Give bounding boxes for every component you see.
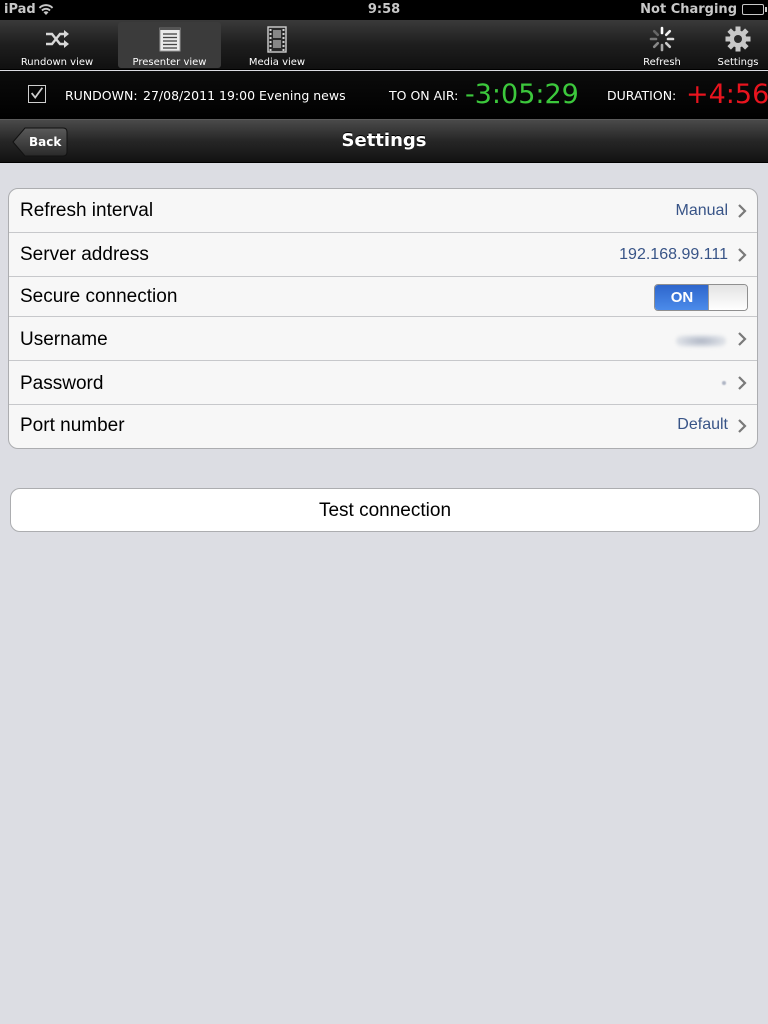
setting-label: Password (20, 373, 104, 394)
setting-label: Refresh interval (20, 200, 154, 221)
toolbar-label: Presenter view (132, 57, 207, 68)
battery-icon (742, 4, 767, 15)
toggle-on-label: ON (655, 285, 709, 310)
nav-bar: Back Settings (0, 119, 768, 163)
toolbar-rundown-view[interactable]: Rundown view (14, 22, 100, 68)
toolbar-media-view[interactable]: Media view (238, 22, 316, 68)
setting-value: Manual (675, 202, 728, 219)
toolbar-label: Media view (248, 57, 306, 68)
chevron-right-icon (738, 204, 747, 218)
toggle-knob (708, 285, 747, 310)
setting-value: 192.168.99.111 (619, 246, 728, 263)
on-air-countdown: -3:05:29 (465, 79, 579, 110)
setting-port-number[interactable]: Port number Default (9, 405, 757, 448)
toolbar-label: Refresh (643, 57, 681, 68)
setting-password[interactable]: Password (9, 361, 757, 405)
status-bar: iPad 9:58 Not Charging (0, 0, 768, 20)
toolbar-refresh[interactable]: Refresh (640, 22, 684, 68)
spinner-icon (649, 26, 675, 52)
toolbar-label: Rundown view (20, 57, 94, 68)
shuffle-icon (46, 30, 69, 48)
toolbar-presenter-view[interactable]: Presenter view (118, 22, 221, 68)
setting-label: Server address (20, 244, 149, 265)
secure-connection-toggle[interactable]: ON (654, 284, 748, 311)
rundown-bar: RUNDOWN: 27/08/2011 19:00 Evening news T… (0, 71, 768, 119)
notepad-icon (159, 27, 180, 52)
setting-label: Port number (20, 415, 125, 436)
toolbar-settings[interactable]: Settings (714, 22, 762, 68)
chevron-right-icon (738, 419, 747, 433)
on-air-label: TO ON AIR: (389, 88, 459, 103)
chevron-right-icon (738, 248, 747, 262)
setting-refresh-interval[interactable]: Refresh interval Manual (9, 189, 757, 233)
setting-label: Username (20, 329, 108, 350)
obscured-value (722, 381, 726, 385)
chevron-right-icon (738, 332, 747, 346)
charging-status: Not Charging (640, 2, 737, 17)
setting-server-address[interactable]: Server address 192.168.99.111 (9, 233, 757, 277)
setting-label: Secure connection (20, 286, 178, 307)
film-icon (267, 26, 287, 53)
gear-icon (725, 26, 751, 52)
toolbar: Rundown view Presenter view Media view R… (0, 20, 768, 70)
checkbox-icon[interactable] (28, 85, 46, 103)
rundown-value: 27/08/2011 19:00 Evening news (143, 88, 346, 103)
duration-value: +4:56 (686, 79, 768, 110)
duration-label: DURATION: (607, 88, 677, 103)
test-connection-button[interactable]: Test connection (10, 488, 760, 532)
toolbar-label: Settings (717, 57, 759, 68)
rundown-label: RUNDOWN: (65, 88, 138, 103)
chevron-right-icon (738, 376, 747, 390)
page-title: Settings (341, 130, 427, 151)
obscured-value (676, 335, 726, 347)
setting-value: Default (677, 416, 728, 433)
setting-secure-connection: Secure connection ON (9, 277, 757, 317)
settings-group: Refresh interval Manual Server address 1… (8, 188, 758, 449)
setting-username[interactable]: Username (9, 317, 757, 361)
